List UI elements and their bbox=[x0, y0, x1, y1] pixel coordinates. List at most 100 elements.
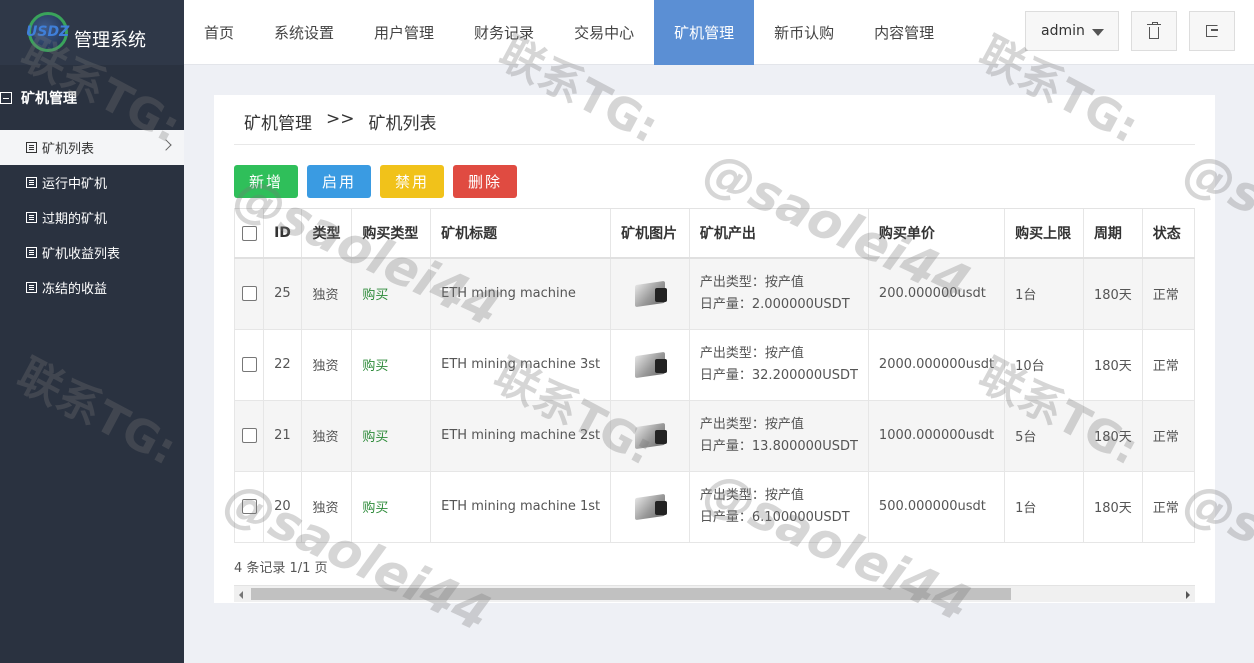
sidebar: USDZ 管理系统 矿机管理 矿机列表 运行中矿机 过期的矿机 矿机收益列表 冻… bbox=[0, 0, 184, 663]
list-icon bbox=[26, 247, 37, 258]
horizontal-scrollbar[interactable] bbox=[234, 585, 1195, 602]
row-checkbox[interactable] bbox=[241, 499, 257, 514]
cell-status: 正常 bbox=[1142, 329, 1195, 401]
cell-cycle: 180天 bbox=[1083, 400, 1143, 472]
collapse-icon bbox=[0, 91, 12, 104]
nav-finance-records[interactable]: 财务记录 bbox=[454, 0, 554, 65]
sidebar-item-frozen-earnings[interactable]: 冻结的收益 bbox=[0, 270, 184, 305]
cell-limit: 10台 bbox=[1004, 329, 1084, 401]
miner-table: ID 类型 购买类型 矿机标题 矿机图片 矿机产出 购买单价 购买上限 周期 状… bbox=[234, 209, 1195, 543]
breadcrumb-parent[interactable]: 矿机管理 bbox=[244, 109, 312, 134]
scroll-right-icon[interactable] bbox=[1186, 591, 1190, 599]
cell-limit: 1台 bbox=[1004, 258, 1084, 330]
table-row: 25 独资 购买 ETH mining machine 产出类型：按产值 日产量：… bbox=[234, 258, 1195, 330]
miner-image-icon bbox=[631, 422, 669, 450]
cell-price: 500.000000usdt bbox=[868, 471, 1006, 543]
chevron-right-icon bbox=[160, 139, 172, 151]
nav-system-settings[interactable]: 系统设置 bbox=[254, 0, 354, 65]
user-menu-button[interactable]: admin bbox=[1025, 11, 1119, 51]
daily-output: 日产量：13.800000USDT bbox=[699, 438, 858, 454]
nav-miner-management[interactable]: 矿机管理 bbox=[654, 0, 755, 65]
nav-home[interactable]: 首页 bbox=[184, 0, 254, 65]
sidebar-item-miner-earnings[interactable]: 矿机收益列表 bbox=[0, 235, 184, 270]
nav-content-management[interactable]: 内容管理 bbox=[854, 0, 954, 65]
sidebar-group-miner[interactable]: 矿机管理 bbox=[0, 65, 184, 130]
cell-type: 独资 bbox=[301, 471, 353, 543]
nav-trading-center[interactable]: 交易中心 bbox=[554, 0, 654, 65]
cell-buy-type: 购买 bbox=[351, 329, 432, 401]
list-icon bbox=[26, 212, 37, 223]
cell-image bbox=[610, 400, 690, 472]
add-button[interactable]: 新增 bbox=[234, 165, 298, 198]
cell-output: 产出类型：按产值日产量：13.800000USDT bbox=[689, 400, 869, 472]
row-checkbox[interactable] bbox=[241, 428, 257, 443]
sidebar-item-label: 矿机列表 bbox=[42, 142, 95, 157]
row-select-cell bbox=[234, 329, 265, 401]
action-bar: 新增 启用 禁用 删除 bbox=[234, 165, 517, 198]
globe-logo-icon: USDZ bbox=[24, 10, 72, 56]
cell-buy-type: 购买 bbox=[351, 400, 432, 472]
cell-output: 产出类型：按产值 日产量：32.200000USDT bbox=[689, 329, 869, 401]
select-all-checkbox[interactable] bbox=[241, 225, 257, 241]
col-type: 类型 bbox=[301, 209, 353, 259]
output-type: 产出类型：按产值 bbox=[699, 487, 804, 503]
list-icon bbox=[26, 177, 37, 188]
clear-cache-button[interactable] bbox=[1131, 11, 1177, 51]
row-select-cell bbox=[234, 400, 265, 472]
col-price: 购买单价 bbox=[868, 209, 1006, 259]
cell-output: 产出类型：按产值 日产量：6.100000USDT bbox=[689, 471, 869, 543]
row-checkbox[interactable] bbox=[241, 357, 257, 372]
sidebar-item-label: 运行中矿机 bbox=[42, 177, 108, 192]
breadcrumb-current: 矿机列表 bbox=[368, 114, 437, 134]
row-checkbox[interactable] bbox=[241, 286, 257, 302]
cell-title: ETH mining machine 1st bbox=[430, 471, 612, 543]
breadcrumb: 矿机管理 >> 矿机列表 bbox=[244, 109, 437, 134]
scrollbar-thumb[interactable] bbox=[251, 588, 1011, 600]
logo-text: USDZ bbox=[26, 23, 70, 40]
scroll-left-icon[interactable] bbox=[239, 591, 243, 599]
pagination-info: 4 条记录 1/1 页 bbox=[234, 561, 328, 576]
sidebar-item-label: 冻结的收益 bbox=[42, 282, 108, 297]
logout-button[interactable] bbox=[1189, 11, 1235, 51]
cell-cycle: 180天 bbox=[1083, 258, 1143, 330]
col-output: 矿机产出 bbox=[689, 209, 869, 259]
main-panel: 矿机管理 >> 矿机列表 新增 启用 禁用 删除 ID 类型 购买类型 矿机标题… bbox=[214, 95, 1215, 603]
list-icon bbox=[26, 142, 37, 153]
output-type: 产出类型：按产值 bbox=[699, 274, 804, 290]
nav-new-coin-subscription[interactable]: 新币认购 bbox=[754, 0, 854, 65]
caret-down-icon bbox=[1092, 29, 1104, 36]
sidebar-item-label: 矿机收益列表 bbox=[42, 247, 121, 262]
output-type: 产出类型：按产值 bbox=[699, 416, 804, 432]
cell-status: 正常 bbox=[1142, 471, 1195, 543]
sidebar-item-label: 过期的矿机 bbox=[42, 212, 108, 227]
cell-image bbox=[610, 329, 690, 401]
cell-type: 独资 bbox=[301, 400, 353, 472]
miner-image-icon bbox=[631, 493, 669, 521]
logo: USDZ 管理系统 bbox=[0, 0, 184, 65]
divider bbox=[234, 144, 1195, 145]
cell-type: 独资 bbox=[301, 329, 353, 401]
sidebar-group-label: 矿机管理 bbox=[21, 90, 77, 107]
cell-id: 21 bbox=[263, 400, 303, 472]
delete-button[interactable]: 删除 bbox=[453, 165, 517, 198]
sidebar-item-expired-miners[interactable]: 过期的矿机 bbox=[0, 200, 184, 235]
cell-price: 2000.000000usdt bbox=[868, 329, 1006, 401]
cell-cycle: 180天 bbox=[1083, 329, 1143, 401]
miner-image-icon bbox=[631, 351, 669, 379]
sidebar-item-running-miners[interactable]: 运行中矿机 bbox=[0, 165, 184, 200]
cell-status: 正常 bbox=[1142, 258, 1195, 330]
disable-button[interactable]: 禁用 bbox=[380, 165, 444, 198]
cell-title: ETH mining machine bbox=[430, 258, 612, 330]
cell-cycle: 180天 bbox=[1083, 471, 1143, 543]
cell-limit: 5台 bbox=[1004, 400, 1084, 472]
cell-price: 200.000000usdt bbox=[868, 258, 1006, 330]
col-status: 状态 bbox=[1142, 209, 1195, 259]
top-bar: 首页 系统设置 用户管理 财务记录 交易中心 矿机管理 新币认购 内容管理 ad… bbox=[184, 0, 1254, 65]
sidebar-item-miner-list[interactable]: 矿机列表 bbox=[0, 130, 184, 165]
enable-button[interactable]: 启用 bbox=[307, 165, 371, 198]
breadcrumb-separator: >> bbox=[326, 109, 355, 129]
cell-type: 独资 bbox=[301, 258, 353, 330]
nav-user-management[interactable]: 用户管理 bbox=[354, 0, 454, 65]
cell-status: 正常 bbox=[1142, 400, 1195, 472]
cell-id: 22 bbox=[263, 329, 303, 401]
